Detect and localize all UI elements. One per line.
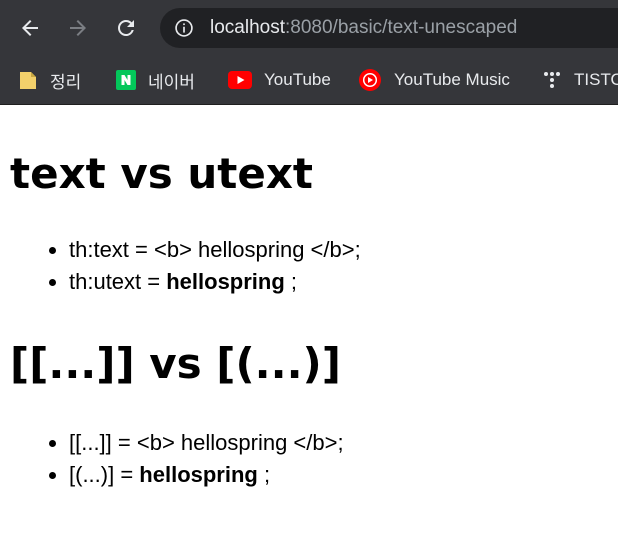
bookmark-label: YouTube <box>264 70 331 89</box>
item-escaped-content: <b> hellospring </b> <box>136 430 338 455</box>
bookmarks-bar: 정리 네이버 YouTube YouTube Music TISTO <box>0 56 618 105</box>
forward-arrow-icon <box>70 20 86 36</box>
folder-icon <box>18 70 38 90</box>
list-item: [(...)] = hellospring ; <box>69 459 344 491</box>
forward-button[interactable] <box>62 12 94 44</box>
item-escaped-content: <b> hellospring </b> <box>154 237 355 262</box>
youtube-music-icon <box>358 69 382 91</box>
tistory-icon <box>542 70 562 90</box>
section-title: text vs utext <box>10 149 313 198</box>
reload-icon <box>118 20 134 36</box>
section-title: [[...]] vs [(...)] <box>10 339 341 388</box>
item-prefix: [(...)] = <box>69 462 140 487</box>
bookmark-youtube-music[interactable]: YouTube Music <box>358 64 510 96</box>
url-path: :8080/basic/text-unescaped <box>285 17 518 38</box>
list-item: [[...]] = <b> hellospring </b>; <box>69 427 344 459</box>
info-icon[interactable] <box>174 18 194 38</box>
item-bold-content: hellospring <box>166 269 285 294</box>
bookmark-naver[interactable]: 네이버 <box>116 64 195 96</box>
list-item: th:utext = hellospring ; <box>69 266 361 298</box>
bookmark-label: TISTO <box>574 70 618 89</box>
bookmark-tistory[interactable]: TISTO <box>542 64 618 96</box>
item-suffix: ; <box>284 269 298 294</box>
list-item: th:text = <b> hellospring </b>; <box>69 234 361 266</box>
naver-icon <box>116 70 136 90</box>
browser-toolbar: localhost:8080/basic/text-unescaped <box>0 0 618 56</box>
youtube-icon <box>228 70 252 90</box>
item-suffix: ; <box>257 462 271 487</box>
item-suffix: ; <box>354 237 361 262</box>
address-bar[interactable]: localhost:8080/basic/text-unescaped <box>160 8 618 48</box>
url-host: localhost <box>210 17 285 38</box>
bookmark-label: 정리 <box>50 72 82 92</box>
url-text[interactable]: localhost:8080/basic/text-unescaped <box>210 17 517 39</box>
item-bold-content: hellospring <box>139 462 258 487</box>
back-arrow-icon <box>22 20 38 36</box>
item-prefix: th:text = <box>69 237 154 262</box>
item-prefix: th:utext = <box>69 269 167 294</box>
bookmark-label: YouTube Music <box>394 70 510 89</box>
item-prefix: [[...]] = <box>69 430 137 455</box>
back-button[interactable] <box>14 12 46 44</box>
bookmark-youtube[interactable]: YouTube <box>228 64 331 96</box>
bookmark-label: 네이버 <box>148 72 195 92</box>
bookmark-folder[interactable]: 정리 <box>18 64 81 96</box>
text-vs-utext-list: th:text = <b> hellospring </b>; th:utext… <box>10 234 361 298</box>
item-suffix: ; <box>337 430 344 455</box>
inline-expression-list: [[...]] = <b> hellospring </b>; [(...)] … <box>10 427 344 491</box>
reload-button[interactable] <box>110 12 142 44</box>
